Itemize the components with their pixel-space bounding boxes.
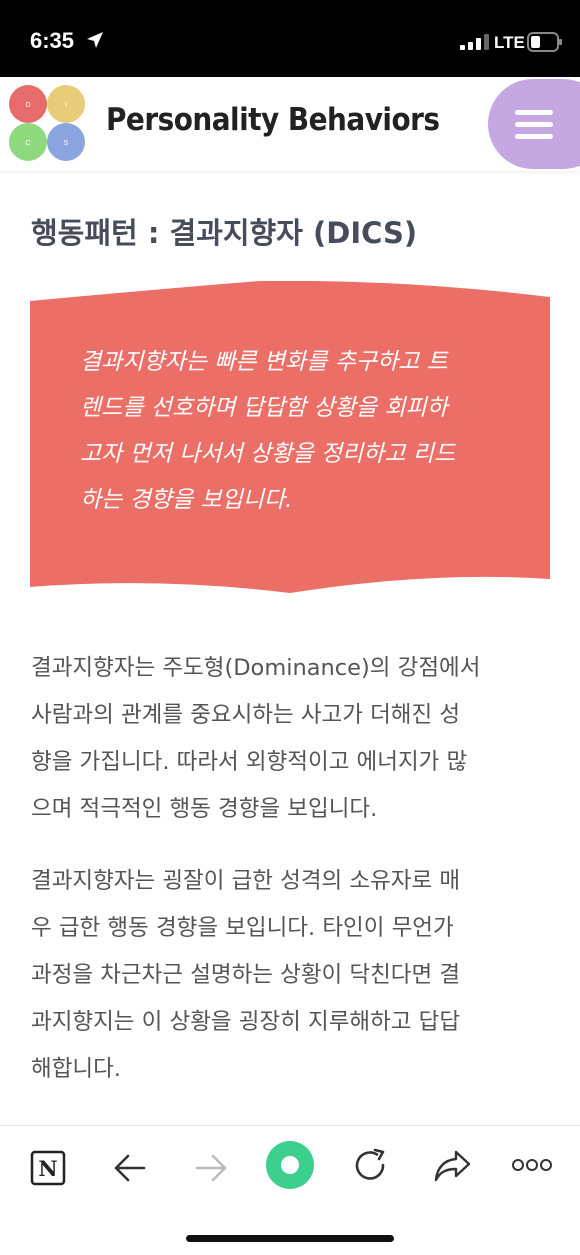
status-bar: 6:35 LTE [0,0,580,77]
paragraph-line: 결과지향자는 주도형(Dominance)의 강점에서 [31,655,481,681]
hamburger-icon [515,110,553,115]
reload-icon[interactable] [353,1148,389,1184]
notion-icon[interactable]: N [30,1150,66,1186]
paragraph-line: 과정을 차근차근 설명하는 상황이 닥친다면 결 [31,962,461,988]
paragraph-line: 향을 가집니다. 따라서 외향적이고 에너지가 많 [31,749,468,775]
paragraph-line: 해합니다. [31,1056,121,1082]
menu-button[interactable] [488,79,580,169]
logo-letter: C [25,140,30,147]
quote-text: 결과지향자는 빠른 변화를 추구하고 트 렌드를 선호하며 답답함 상황을 회피… [80,339,520,523]
paragraph-line: 으며 적극적인 행동 경향을 보입니다. [31,796,378,822]
logo-letter: S [64,140,69,147]
paragraph-line: 결과지향자는 굉잘이 급한 성격의 소유자로 매 [31,868,461,894]
logo-letter: I [65,102,67,109]
status-time: 6:35 [30,28,75,53]
location-arrow-icon [87,32,103,48]
paragraph-line: 사람과의 관계를 중요시하는 사고가 더해진 성 [31,702,461,728]
disc-logo[interactable]: D I C S [8,84,86,162]
battery-icon [527,32,562,52]
quote-line: 고자 먼저 나서서 상황을 정리하고 리드 [80,441,456,467]
quote-line: 렌드를 선호하며 답답함 상황을 회피하 [80,395,448,421]
quote-line: 결과지향자는 빠른 변화를 추구하고 트 [80,349,448,375]
share-icon[interactable] [434,1148,472,1184]
more-icon[interactable] [511,1158,553,1172]
logo-letter: D [25,102,30,109]
paragraph-line: 과지향지는 이 상황을 굉장히 지루해하고 답답 [31,1009,461,1035]
page-title: 행동패턴 : 결과지향자 (DICS) [31,216,418,250]
network-label: LTE [494,33,525,52]
quote-box: 결과지향자는 빠른 변화를 추구하고 트 렌드를 선호하며 답답함 상황을 회피… [30,281,550,596]
paragraph-1: 결과지향자는 주도형(Dominance)의 강점에서 사람과의 관계를 중요시… [31,645,551,833]
quote-line: 하는 경향을 보입니다. [80,487,293,513]
site-title[interactable]: Personality Behaviors [106,102,440,138]
paragraph-line: 우 급한 행동 경향을 보입니다. 타인이 무언가 [31,915,454,941]
signal-icon [460,34,489,50]
forward-arrow-icon[interactable] [193,1150,229,1186]
back-arrow-icon[interactable] [112,1150,148,1186]
home-circle-icon[interactable] [265,1140,315,1190]
home-indicator [186,1235,394,1242]
site-header: D I C S Personality Behaviors [0,77,580,171]
paragraph-2: 결과지향자는 굉잘이 급한 성격의 소유자로 매 우 급한 행동 경향을 보입니… [31,858,551,1093]
svg-text:N: N [38,1156,57,1181]
